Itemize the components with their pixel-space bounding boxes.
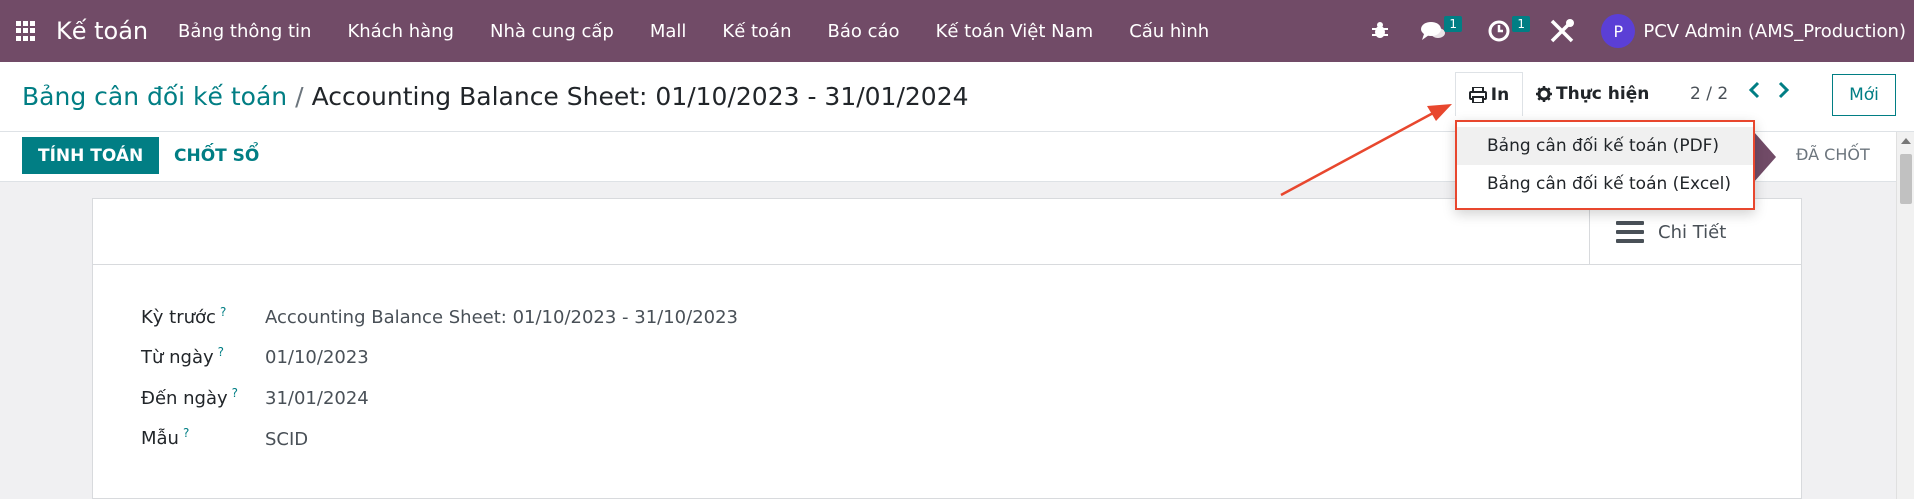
breadcrumb-current: Accounting Balance Sheet: 01/10/2023 - 3…: [311, 82, 969, 111]
menu-item-dashboard[interactable]: Bảng thông tin: [178, 21, 311, 42]
field-value-date-from[interactable]: 01/10/2023: [265, 347, 369, 368]
menu-item-mall[interactable]: Mall: [650, 21, 687, 42]
close-period-button[interactable]: CHỐT SỔ: [162, 137, 271, 174]
print-pdf-item[interactable]: Bảng cân đối kế toán (PDF): [1457, 127, 1753, 165]
user-menu[interactable]: P PCV Admin (AMS_Production): [1601, 0, 1906, 62]
action-label: Thực hiện: [1556, 84, 1650, 104]
scroll-thumb[interactable]: [1900, 154, 1912, 204]
help-tooltip-icon[interactable]: ?: [232, 386, 238, 400]
field-label-date-to: Đến ngày?: [141, 386, 239, 409]
menu-item-customers[interactable]: Khách hàng: [347, 21, 454, 42]
new-button[interactable]: Mới: [1832, 74, 1896, 116]
activity-clock-icon[interactable]: [1488, 0, 1510, 62]
detail-tab-label: Chi Tiết: [1658, 221, 1727, 243]
print-label: In: [1490, 84, 1510, 105]
menu-item-reports[interactable]: Báo cáo: [828, 21, 900, 42]
pager-next-button[interactable]: [1778, 80, 1800, 106]
main-menu: Bảng thông tin Khách hàng Nhà cung cấp M…: [178, 0, 1245, 62]
pager-value[interactable]: 2 / 2: [1690, 84, 1728, 104]
user-name: PCV Admin (AMS_Production): [1643, 20, 1906, 42]
field-value-template[interactable]: SCID: [265, 429, 308, 450]
activities-badge: 1: [1512, 16, 1530, 32]
avatar: P: [1601, 14, 1636, 48]
apps-grid-icon[interactable]: [16, 21, 36, 41]
breadcrumb-parent-link[interactable]: Bảng cân đối kế toán: [22, 82, 287, 111]
chevron-left-icon: [1748, 81, 1760, 99]
debug-bug-icon[interactable]: [1370, 0, 1390, 62]
field-label-previous-period: Kỳ trước?: [141, 305, 227, 328]
pager-previous-button[interactable]: [1748, 80, 1770, 106]
menu-item-accounting[interactable]: Kế toán: [722, 21, 791, 42]
print-excel-item[interactable]: Bảng cân đối kế toán (Excel): [1457, 165, 1753, 203]
action-button[interactable]: Thực hiện: [1536, 72, 1649, 116]
page-scrollbar[interactable]: [1896, 132, 1914, 499]
stage-done[interactable]: ĐÃ CHỐT: [1796, 145, 1870, 164]
menu-item-vn-accounting[interactable]: Kế toán Việt Nam: [936, 21, 1094, 42]
help-tooltip-icon[interactable]: ?: [183, 426, 189, 440]
app-brand[interactable]: Kế toán: [56, 17, 148, 45]
top-navbar: Kế toán Bảng thông tin Khách hàng Nhà cu…: [0, 0, 1914, 62]
field-value-date-to[interactable]: 31/01/2024: [265, 388, 369, 409]
breadcrumb: Bảng cân đối kế toán / Accounting Balance …: [22, 82, 969, 111]
field-label-template: Mẫu?: [141, 426, 190, 449]
tools-icon[interactable]: [1548, 0, 1576, 62]
form-sheet: Chi Tiết Kỳ trước? Accounting Balance Sh…: [92, 198, 1802, 499]
menu-item-configuration[interactable]: Cấu hình: [1129, 21, 1209, 42]
printer-icon: [1468, 86, 1487, 103]
menu-item-vendors[interactable]: Nhà cung cấp: [490, 21, 614, 42]
print-button[interactable]: In: [1455, 72, 1523, 116]
print-dropdown-menu: Bảng cân đối kế toán (PDF) Bảng cân đối …: [1455, 120, 1755, 210]
messages-badge: 1: [1444, 16, 1462, 32]
field-value-previous-period[interactable]: Accounting Balance Sheet: 01/10/2023 - 3…: [265, 307, 738, 328]
help-tooltip-icon[interactable]: ?: [218, 345, 224, 359]
breadcrumb-separator: /: [295, 82, 304, 111]
help-tooltip-icon[interactable]: ?: [220, 305, 226, 319]
compute-button[interactable]: TÍNH TOÁN: [22, 137, 160, 174]
hamburger-icon: [1616, 221, 1644, 243]
stage-arrow: [1754, 132, 1776, 182]
messages-icon[interactable]: [1420, 0, 1446, 62]
scroll-up-icon[interactable]: [1901, 138, 1911, 144]
chevron-right-icon: [1778, 81, 1790, 99]
field-label-date-from: Từ ngày?: [141, 345, 225, 368]
gear-icon: [1536, 86, 1552, 102]
